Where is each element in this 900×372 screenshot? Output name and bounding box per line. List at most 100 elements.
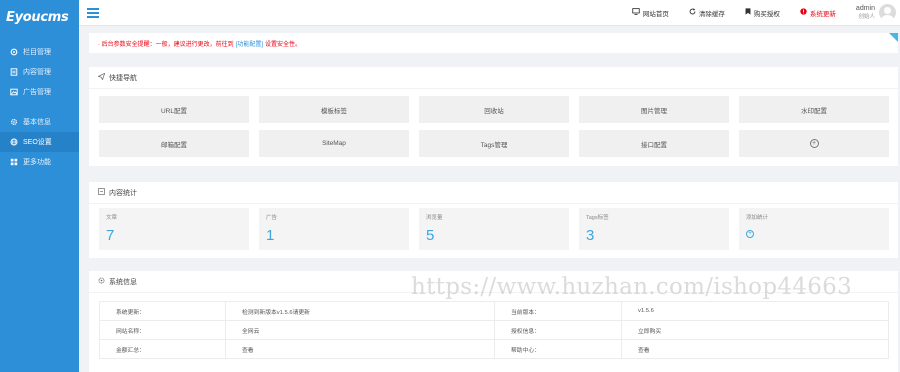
stat-value: 1: [266, 227, 275, 244]
buy-license-link[interactable]: 购买授权: [745, 8, 780, 18]
menu-toggle-icon[interactable]: [87, 7, 99, 18]
stat-value: 7: [106, 227, 115, 244]
sidebar: Eyoucms 栏目管理 内容管理 广告管理 基本信息 SEO设置 更多功能: [0, 0, 79, 372]
table-row: 网站名称： 全网云 授权信息： 立即购买: [99, 320, 889, 340]
add-circle-icon: +: [809, 139, 819, 148]
quick-nav-template-tags[interactable]: 模板标签: [259, 96, 409, 123]
quick-nav-watermark[interactable]: 水印配置: [739, 96, 889, 123]
stat-label: Tags标签: [586, 215, 609, 221]
notice-suffix: 设置安全性。: [265, 41, 302, 48]
sidebar-item-columns[interactable]: 栏目管理: [0, 42, 79, 62]
chart-box-icon: [98, 188, 105, 197]
panel-title: 内容统计: [89, 182, 898, 204]
notice-prefix: · 后台参数安全提醒：一般，建议进行更改，前往到: [98, 41, 234, 48]
monitor-icon: [632, 8, 640, 17]
bookmark-icon: [745, 8, 751, 17]
globe-icon: [9, 138, 18, 147]
table-cell-label: 当前版本：: [494, 301, 622, 321]
gear-icon: [9, 118, 18, 127]
stat-label: 文章: [106, 215, 118, 221]
sidebar-item-ads[interactable]: 广告管理: [0, 82, 79, 102]
quick-nav-api-config[interactable]: 接口配置: [579, 130, 729, 157]
quick-nav-grid: URL配置 模板标签 回收站 图片管理 水印配置 邮箱配置 SiteMap Ta…: [99, 96, 889, 157]
sidebar-item-label: 基本信息: [23, 119, 51, 126]
link-label: 系统更新: [809, 10, 836, 18]
table-cell-link[interactable]: 立即购买: [621, 320, 889, 340]
stat-label: 添加统计: [746, 215, 769, 221]
panel-title-text: 系统信息: [109, 278, 137, 286]
sidebar-item-more[interactable]: 更多功能: [0, 152, 79, 172]
sidebar-item-content[interactable]: 内容管理: [0, 62, 79, 82]
quick-nav-sitemap[interactable]: SiteMap: [259, 130, 409, 157]
link-label: 清除缓存: [698, 10, 725, 18]
stat-value: 5: [426, 227, 435, 244]
quick-nav-tags-manage[interactable]: Tags管理: [419, 130, 569, 157]
link-label: 网站首页: [642, 10, 669, 18]
panel-title: 快捷导航: [89, 67, 898, 89]
corner-fold: [889, 33, 898, 42]
sidebar-nav: 栏目管理 内容管理 广告管理 基本信息 SEO设置 更多功能: [0, 42, 79, 172]
sidebar-item-label: 更多功能: [23, 159, 51, 166]
sidebar-item-basic-info[interactable]: 基本信息: [0, 112, 79, 132]
user-role: 创始人: [858, 13, 875, 20]
panel-title-text: 内容统计: [109, 189, 137, 197]
table-cell-link[interactable]: 查看: [621, 339, 889, 359]
site-home-link[interactable]: 网站首页: [632, 8, 669, 18]
image-icon: [9, 88, 18, 97]
table-cell-value: v1.5.6: [621, 301, 889, 321]
sidebar-item-label: 广告管理: [23, 89, 51, 96]
quick-nav-add-button[interactable]: +: [739, 130, 889, 157]
stat-card-tags[interactable]: Tags标签 3: [579, 208, 729, 250]
logo[interactable]: Eyoucms: [0, 0, 79, 34]
table-cell-value[interactable]: 检测到新版本v1.5.6请更新: [225, 301, 495, 321]
table-cell-label: 帮助中心：: [494, 339, 622, 359]
sidebar-divider: [0, 102, 79, 112]
panel-title-text: 快捷导航: [109, 74, 137, 82]
quick-nav-url-config[interactable]: URL配置: [99, 96, 249, 123]
quick-nav-recycle-bin[interactable]: 回收站: [419, 96, 569, 123]
table-cell-label: 网站名称：: [99, 320, 226, 340]
refresh-icon: [689, 8, 696, 17]
document-icon: [9, 68, 18, 77]
table-cell-link[interactable]: 查看: [225, 339, 495, 359]
stat-card-add[interactable]: 添加统计 +: [739, 208, 889, 250]
quick-nav-email-config[interactable]: 邮箱配置: [99, 130, 249, 157]
table-row: 系统更新： 检测到新版本v1.5.6请更新 当前版本： v1.5.6: [99, 301, 889, 321]
table-cell-label: 授权信息：: [494, 320, 622, 340]
quick-nav-panel: 快捷导航 URL配置 模板标签 回收站 图片管理 水印配置 邮箱配置 SiteM…: [89, 67, 898, 166]
table-cell-label: 系统更新：: [99, 301, 226, 321]
stat-card-views[interactable]: 浏览量 5: [419, 208, 569, 250]
link-label: 购买授权: [753, 10, 780, 18]
avatar[interactable]: [879, 4, 896, 21]
user-menu[interactable]: admin 创始人: [856, 4, 896, 21]
stat-label: 浏览量: [426, 215, 443, 221]
gear-icon: [98, 277, 105, 286]
quick-nav-image-manage[interactable]: 图片管理: [579, 96, 729, 123]
paper-plane-icon: [97, 72, 106, 82]
panel-title: 系统信息: [89, 271, 898, 293]
sidebar-item-label: 栏目管理: [23, 49, 51, 56]
top-bar: 网站首页 清除缓存 购买授权 系统更新 admin 创始人: [79, 0, 900, 26]
user-name: admin: [855, 4, 875, 12]
table-row: 金额汇总： 查看 帮助中心： 查看: [99, 339, 889, 359]
clear-cache-link[interactable]: 清除缓存: [689, 8, 725, 18]
security-notice: · 后台参数安全提醒：一般，建议进行更改，前往到 [功能配置] 设置安全性。: [89, 33, 898, 53]
stats-grid: 文章 7 广告 1 浏览量 5 Tags标签 3 添加统计 +: [99, 208, 889, 250]
settings-icon: [9, 48, 18, 57]
notice-link[interactable]: [功能配置]: [236, 39, 263, 48]
system-update-link[interactable]: 系统更新: [800, 8, 836, 18]
system-info-table: 系统更新： 检测到新版本v1.5.6请更新 当前版本： v1.5.6 网站名称：…: [99, 301, 889, 359]
stats-panel: 内容统计 文章 7 广告 1 浏览量 5 Tags标签 3 添加统计 +: [89, 182, 898, 258]
alert-icon: [800, 8, 807, 17]
sidebar-item-label: 内容管理: [23, 69, 51, 76]
top-links: 网站首页 清除缓存 购买授权 系统更新 admin 创始人: [632, 4, 900, 21]
sidebar-item-seo[interactable]: SEO设置: [0, 132, 79, 152]
stat-value: 3: [586, 227, 595, 244]
sidebar-item-label: SEO设置: [23, 139, 52, 146]
table-cell-value: 全网云: [225, 320, 495, 340]
add-circle-icon[interactable]: +: [746, 230, 754, 238]
stat-label: 广告: [266, 215, 278, 221]
stat-card-ads[interactable]: 广告 1: [259, 208, 409, 250]
stat-card-articles[interactable]: 文章 7: [99, 208, 249, 250]
user-info: admin 创始人: [856, 5, 875, 21]
